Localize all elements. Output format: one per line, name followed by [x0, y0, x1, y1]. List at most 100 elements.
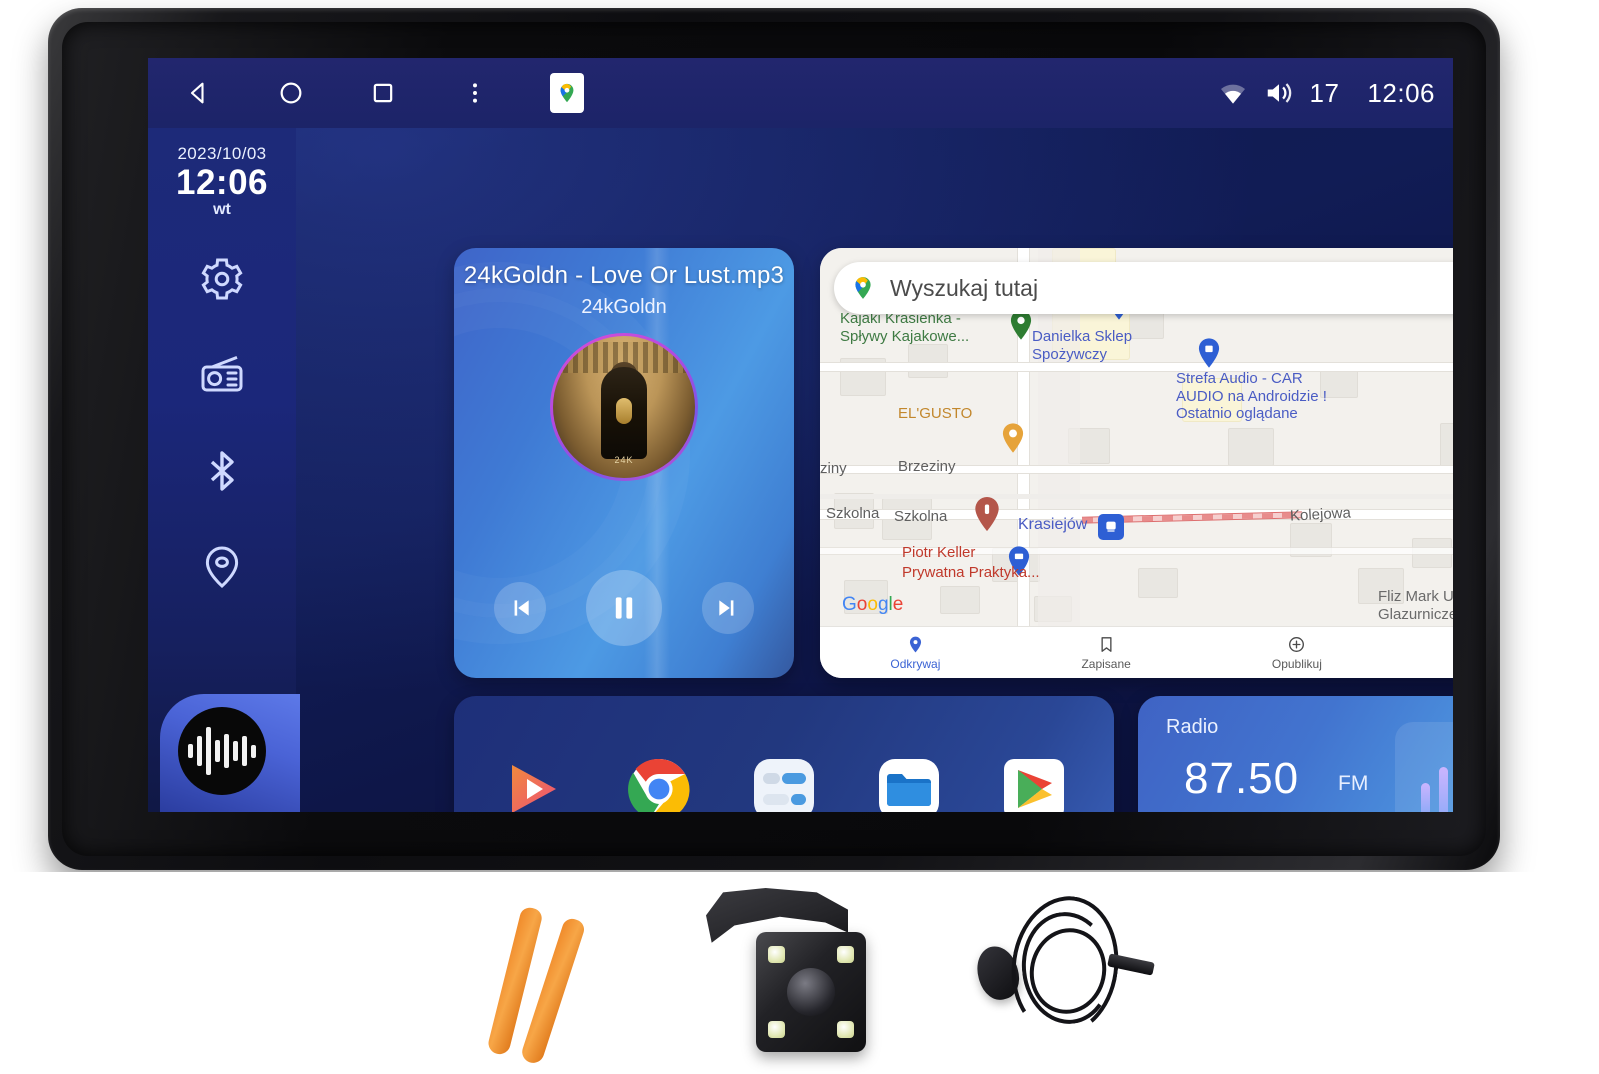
sidebar-icon-list: [196, 253, 248, 593]
sidebar-music-widget[interactable]: [148, 690, 300, 812]
next-track-button[interactable]: [702, 582, 754, 634]
map-road-horizontal: [820, 363, 1453, 371]
volume-icon[interactable]: [1264, 78, 1294, 108]
android-status-bar: 17 12:06: [148, 58, 1453, 128]
map-search-bar[interactable]: Wyszukaj tutaj B: [834, 262, 1453, 314]
map-poi-label[interactable]: Fliz Mark Usługi Glazurnicze: [1378, 588, 1453, 623]
camera-led: [768, 946, 785, 963]
map-block: [1440, 423, 1453, 469]
recents-nav-icon[interactable]: [366, 76, 400, 110]
map-nav-zapisane[interactable]: Zapisane: [1011, 635, 1202, 671]
previous-track-button[interactable]: [494, 582, 546, 634]
contribute-icon: [1289, 636, 1305, 652]
map-nav-odkrywaj[interactable]: Odkrywaj: [820, 635, 1011, 671]
map-poi-line2: Prywatna Praktyka...: [902, 563, 1040, 581]
map-pin-orange[interactable]: [1002, 423, 1024, 453]
music-artist: 24kGoldn: [581, 296, 667, 318]
sidebar-item-bluetooth[interactable]: [196, 445, 248, 497]
map-poi-label[interactable]: Danielka Sklep Spożywczy: [1032, 328, 1132, 363]
map-poi-label[interactable]: EL'GUSTO: [898, 405, 972, 423]
map-nav-najnowsze[interactable]: Najnowsze: [1392, 635, 1453, 671]
sidebar-date: 2023/10/03: [177, 144, 267, 163]
head-unit-screen[interactable]: 17 12:06 2023/10/03 12:06 wt 24kGoldn - …: [148, 58, 1453, 812]
explore-pin-icon: [909, 636, 921, 652]
dashboard: 24kGoldn - Love Or Lust.mp3 24kGoldn 24K: [296, 128, 1453, 812]
google-maps-icon[interactable]: [550, 73, 584, 113]
album-art-ring: 24K: [550, 333, 698, 481]
wifi-icon: [1220, 84, 1245, 104]
app-shortcuts-card: wideo C: [454, 696, 1114, 812]
external-microphone: [960, 884, 1180, 1064]
app-shortcut-menedzer[interactable]: Menedżer P...: [848, 755, 969, 812]
google-watermark: Google: [842, 594, 904, 615]
map-poi-line1: Fliz Mark Usługi: [1378, 588, 1453, 605]
map-nav-label: Zapisane: [1081, 656, 1131, 671]
sidebar-item-navigation[interactable]: [196, 541, 248, 593]
equalizer-settings-icon: [750, 755, 818, 812]
bluetooth-icon: [210, 451, 234, 491]
map-street-label: Kolejowa: [1289, 504, 1352, 525]
pry-tools: [470, 894, 650, 1066]
video-player-icon: [500, 755, 568, 812]
google-maps-card[interactable]: Kajaki Krasieńka - Spływy Kajakowe... Da…: [820, 248, 1453, 678]
overflow-menu-icon[interactable]: [458, 76, 492, 110]
video-play-glyph: [512, 765, 557, 812]
map-nav-opublikuj[interactable]: Opublikuj: [1202, 635, 1393, 671]
radio-icon: [201, 355, 243, 392]
app-shortcut-wideo[interactable]: wideo: [474, 755, 595, 812]
equalizer-bars-icon: [1395, 722, 1453, 812]
app-shortcut-sklep-google-play[interactable]: Sklep Googl...: [973, 755, 1094, 812]
home-circle-icon: [280, 82, 302, 104]
next-track-icon: [719, 600, 734, 616]
app-shortcut-chrome[interactable]: Chrome: [599, 755, 720, 812]
map-block: [908, 344, 948, 378]
map-road-thin: [820, 494, 1453, 499]
map-nav-label: Opublikuj: [1271, 656, 1322, 671]
map-pin-red[interactable]: [974, 497, 1000, 531]
back-nav-icon[interactable]: [182, 76, 216, 110]
accessories-row: [0, 872, 1599, 1074]
pin-glyph: [975, 497, 999, 531]
camera-body: [756, 932, 866, 1052]
navigation-buttons: [182, 73, 584, 113]
map-poi-label[interactable]: Kajaki Krasieńka - Spływy Kajakowe...: [840, 310, 969, 345]
maps-pin-glyph: [560, 83, 574, 103]
file-manager-icon: [875, 755, 943, 812]
radio-frequency: 87.50: [1184, 754, 1300, 803]
sidebar-item-settings[interactable]: [196, 253, 248, 305]
sidebar-time: 12:06: [175, 163, 269, 202]
map-pin-blue[interactable]: [1198, 338, 1220, 368]
chrome-icon: [625, 755, 693, 812]
camera-led: [768, 1021, 785, 1038]
status-indicators: 17 12:06: [1218, 78, 1436, 109]
app-shortcut-wyrownywanie[interactable]: Wyrównywa...: [724, 755, 845, 812]
music-player-card[interactable]: 24kGoldn - Love Or Lust.mp3 24kGoldn 24K: [454, 248, 794, 678]
map-pin-green[interactable]: [1010, 310, 1032, 340]
equalizer-glyph: [753, 759, 814, 812]
backup-camera: [700, 882, 900, 1062]
map-town-label[interactable]: Krasiejów: [1018, 516, 1087, 535]
map-street-label: Szkolna: [826, 505, 880, 522]
home-nav-icon[interactable]: [274, 76, 308, 110]
map-poi-line1: Piotr Keller: [902, 544, 976, 561]
map-search-input[interactable]: Wyszukaj tutaj: [890, 275, 1453, 302]
map-nav-label: Odkrywaj: [890, 656, 941, 671]
map-block: [1138, 568, 1178, 598]
album-art-chain: [616, 398, 632, 425]
google-play-icon: [1000, 755, 1068, 812]
sidebar-item-radio[interactable]: [196, 349, 248, 401]
map-poi-label[interactable]: Piotr Keller Prywatna Praktyka...: [902, 543, 1040, 582]
map-poi-label-strefa[interactable]: Strefa Audio - CAR AUDIO na Androidzie !…: [1176, 370, 1327, 423]
pin-glyph: [1198, 338, 1220, 368]
location-icon: [205, 546, 239, 588]
map-poi-line1: Danielka Sklep: [1032, 328, 1133, 345]
map-transit-marker[interactable]: [1098, 514, 1124, 540]
play-pause-button[interactable]: [586, 570, 662, 646]
play-store-glyph: [1003, 759, 1064, 812]
volume-level: 17: [1309, 77, 1340, 108]
folder-glyph: [878, 759, 939, 812]
status-clock: 12:06: [1367, 77, 1435, 108]
radio-card[interactable]: Radio 87.50 FM: [1138, 696, 1453, 812]
google-maps-icon: [855, 277, 871, 299]
map-poi-line1: Strefa Audio - CAR: [1176, 370, 1303, 387]
